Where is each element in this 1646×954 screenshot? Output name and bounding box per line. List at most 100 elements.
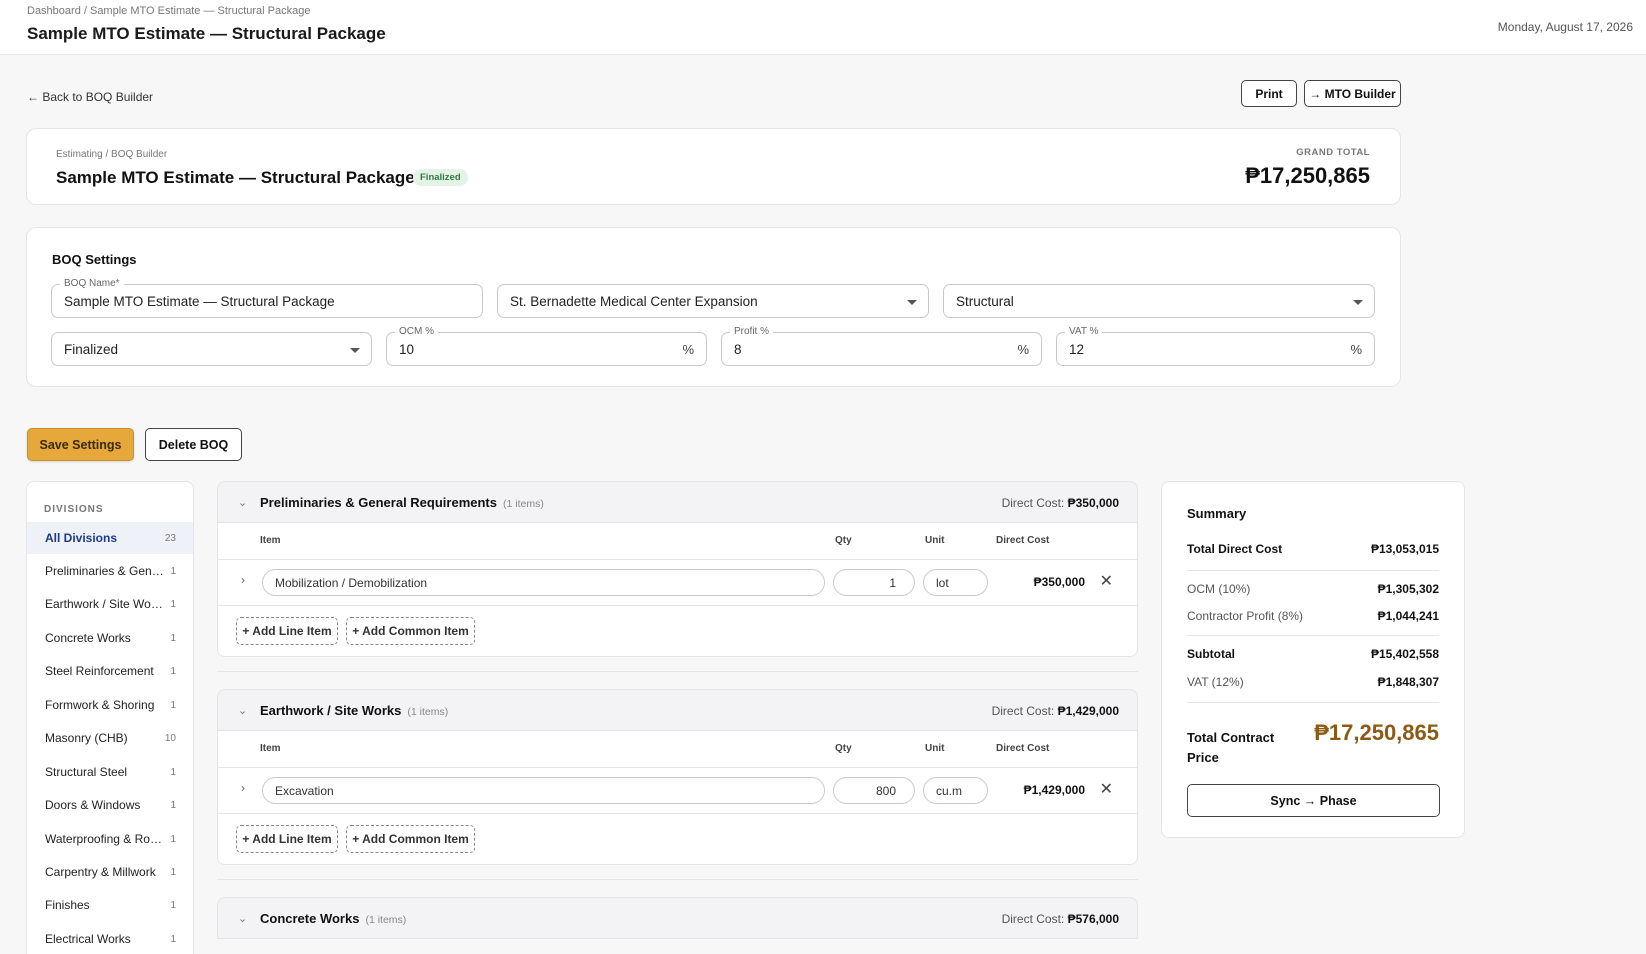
line-item-unit: cu.m xyxy=(936,783,963,798)
chevron-right-icon[interactable]: › xyxy=(241,781,245,795)
sidebar-item-label: Formwork & Shoring xyxy=(45,698,155,712)
sidebar-item-label: Preliminaries & General Requirements xyxy=(45,564,165,578)
line-item-unit-input[interactable]: lot xyxy=(923,569,988,596)
total-contract-price-label: Total Contract Price xyxy=(1187,730,1275,765)
sidebar-item-count: 23 xyxy=(164,532,176,544)
add-common-item-button[interactable]: + Add Common Item xyxy=(346,617,475,645)
summary-profit: Contractor Profit (8%) ₱1,044,241 xyxy=(1187,609,1439,623)
division-name-text: Concrete Works xyxy=(260,911,360,926)
line-item-cost: ₱350,000 xyxy=(1033,575,1085,589)
division-name: Earthwork / Site Works (1 items) xyxy=(260,703,448,718)
close-icon[interactable]: ✕ xyxy=(1100,779,1113,799)
boq-name-field[interactable]: BOQ Name* Sample MTO Estimate — Structur… xyxy=(51,278,483,318)
sidebar-item-doors-windows[interactable]: Doors & Windows 1 xyxy=(27,789,193,821)
sidebar-item-all-divisions[interactable]: All Divisions 23 xyxy=(27,522,193,554)
sidebar-item-count: 1 xyxy=(170,933,176,945)
sidebar-item-masonry[interactable]: Masonry (CHB) 10 xyxy=(27,722,193,754)
line-item-unit-input[interactable]: cu.m xyxy=(923,777,988,804)
chevron-right-icon[interactable]: › xyxy=(241,573,245,587)
chevron-down-icon xyxy=(1353,300,1363,305)
division-name: Concrete Works (1 items) xyxy=(260,911,406,926)
summary-label: Total Direct Cost xyxy=(1187,542,1283,556)
division-direct-cost: Direct Cost: ₱350,000 xyxy=(1002,496,1119,510)
grand-total-label: GRAND TOTAL xyxy=(1296,147,1370,158)
sidebar-item-earthwork[interactable]: Earthwork / Site Works 1 xyxy=(27,588,193,620)
project-value: St. Bernadette Medical Center Expansion xyxy=(510,294,758,309)
vat-label: VAT % xyxy=(1065,326,1103,337)
sidebar-item-label: Carpentry & Millwork xyxy=(45,865,156,879)
add-line-item-button[interactable]: + Add Line Item xyxy=(236,617,338,645)
add-line-item-button[interactable]: + Add Line Item xyxy=(236,825,338,853)
line-item-qty: 800 xyxy=(875,783,896,798)
table-row: › Mobilization / Demobilization 1 lot ₱3… xyxy=(217,559,1138,605)
delete-boq-button[interactable]: Delete BOQ xyxy=(145,428,242,461)
sidebar-item-waterproofing[interactable]: Waterproofing & Roofing 1 xyxy=(27,823,193,855)
project-select[interactable]: St. Bernadette Medical Center Expansion xyxy=(497,284,929,318)
sync-phase-button[interactable]: Sync → Phase xyxy=(1187,784,1440,817)
boq-name-value: Sample MTO Estimate — Structural Package xyxy=(64,294,335,309)
sidebar-item-carpentry[interactable]: Carpentry & Millwork 1 xyxy=(27,856,193,888)
vat-value: 12 xyxy=(1069,342,1085,357)
page-title: Sample MTO Estimate — Structural Package xyxy=(27,24,386,43)
summary-vat: VAT (12%) ₱1,848,307 xyxy=(1187,675,1439,689)
division-item-count: (1 items) xyxy=(407,706,449,718)
add-common-item-button[interactable]: + Add Common Item xyxy=(346,825,475,853)
division-name-text: Earthwork / Site Works xyxy=(260,703,402,718)
chevron-down-icon[interactable]: ⌄ xyxy=(238,496,247,509)
divider xyxy=(1187,702,1439,703)
summary-value: ₱1,044,241 xyxy=(1377,609,1439,623)
sidebar-item-count: 1 xyxy=(170,799,176,811)
division-name: Preliminaries & General Requirements (1 i… xyxy=(260,495,544,510)
back-to-boq-builder-link[interactable]: ← Back to BOQ Builder xyxy=(27,90,153,104)
chevron-down-icon[interactable]: ⌄ xyxy=(238,912,247,925)
col-unit: Unit xyxy=(925,535,945,546)
close-icon[interactable]: ✕ xyxy=(1100,571,1113,591)
division-direct-cost: Direct Cost: ₱1,429,000 xyxy=(992,704,1119,718)
print-button[interactable]: Print xyxy=(1241,80,1297,107)
estimate-header-card: Estimating / BOQ Builder Sample MTO Esti… xyxy=(26,128,1401,205)
sidebar-item-count: 1 xyxy=(170,866,176,878)
sidebar-item-label: Doors & Windows xyxy=(45,798,141,812)
mto-builder-button[interactable]: → MTO Builder xyxy=(1304,80,1401,107)
summary-total-direct-cost: Total Direct Cost ₱13,053,015 xyxy=(1187,542,1439,556)
category-value: Structural xyxy=(956,294,1014,309)
division-item-count: (1 items) xyxy=(365,914,407,926)
add-item-area: + Add Line Item + Add Common Item xyxy=(217,605,1138,657)
status-select[interactable]: Finalized xyxy=(51,332,372,366)
sidebar-item-structural-steel[interactable]: Structural Steel 1 xyxy=(27,756,193,788)
summary-label: Subtotal xyxy=(1187,647,1235,661)
vat-field[interactable]: VAT % 12 % xyxy=(1056,326,1375,366)
direct-cost-label: Direct Cost: xyxy=(1001,496,1065,510)
profit-field[interactable]: Profit % 8 % xyxy=(721,326,1042,366)
division-header-concrete-works[interactable]: ⌄ Concrete Works (1 items) Direct Cost: ₱… xyxy=(217,897,1138,939)
col-direct-cost: Direct Cost xyxy=(996,743,1050,754)
sidebar-item-count: 1 xyxy=(170,833,176,845)
sidebar-item-concrete-works[interactable]: Concrete Works 1 xyxy=(27,622,193,654)
col-item: Item xyxy=(260,535,281,546)
direct-cost-value: ₱1,429,000 xyxy=(1057,704,1119,718)
top-bar: Dashboard / Sample MTO Estimate — Struct… xyxy=(0,0,1646,55)
line-item-name-input[interactable]: Excavation xyxy=(262,777,825,804)
sidebar-item-label: All Divisions xyxy=(45,531,118,545)
breadcrumb[interactable]: Dashboard / Sample MTO Estimate — Struct… xyxy=(27,5,310,17)
sidebar-item-steel-reinforcement[interactable]: Steel Reinforcement 1 xyxy=(27,655,193,687)
chevron-down-icon[interactable]: ⌄ xyxy=(238,704,247,717)
summary-subtotal: Subtotal ₱15,402,558 xyxy=(1187,647,1439,661)
line-item-name-input[interactable]: Mobilization / Demobilization xyxy=(262,569,825,596)
sidebar-item-preliminaries[interactable]: Preliminaries & General Requirements 1 xyxy=(27,555,193,587)
sidebar-item-label: Earthwork / Site Works xyxy=(45,597,165,611)
save-settings-button[interactable]: Save Settings xyxy=(27,428,134,461)
division-header-preliminaries[interactable]: ⌄ Preliminaries & General Requirements (1… xyxy=(217,481,1138,523)
direct-cost-value: ₱350,000 xyxy=(1067,496,1119,510)
sidebar-item-finishes[interactable]: Finishes 1 xyxy=(27,889,193,921)
category-select[interactable]: Structural xyxy=(943,284,1375,318)
column-headers: Item Qty Unit Direct Cost xyxy=(217,731,1138,767)
status-value: Finalized xyxy=(64,342,119,357)
division-header-earthwork[interactable]: ⌄ Earthwork / Site Works (1 items) Direct… xyxy=(217,689,1138,731)
sidebar-item-formwork[interactable]: Formwork & Shoring 1 xyxy=(27,689,193,721)
ocm-field[interactable]: OCM % 10 % xyxy=(386,326,707,366)
line-item-qty-input[interactable]: 1 xyxy=(833,569,915,596)
line-item-qty-input[interactable]: 800 xyxy=(833,777,915,804)
sidebar-item-electrical[interactable]: Electrical Works 1 xyxy=(27,923,193,954)
divider xyxy=(217,671,1138,672)
